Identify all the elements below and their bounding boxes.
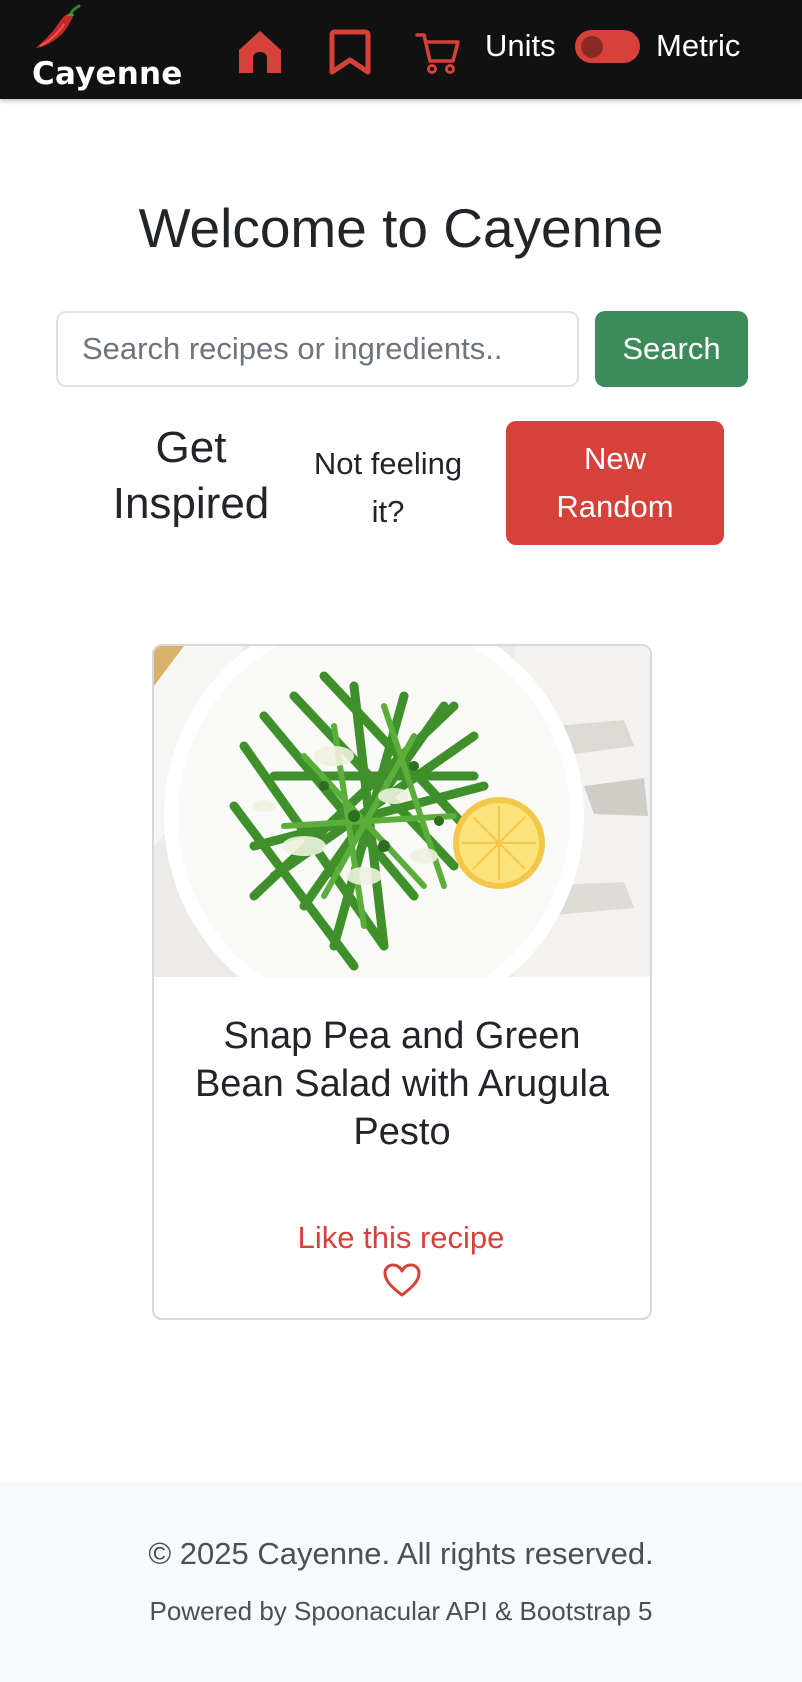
recipe-title[interactable]: Snap Pea and Green Bean Salad with Arugu… xyxy=(174,1012,630,1156)
powered-by-text: Powered by Spoonacular API & Bootstrap 5 xyxy=(149,1596,653,1626)
bookmark-icon xyxy=(329,29,371,75)
home-icon xyxy=(239,31,281,73)
brand-link[interactable]: Cayenne xyxy=(32,4,182,94)
get-inspired-heading: Get Inspired xyxy=(112,423,270,528)
cart-icon xyxy=(415,33,460,74)
chili-pepper-icon xyxy=(36,4,81,48)
units-toggle[interactable] xyxy=(575,30,640,63)
recipe-card[interactable]: Snap Pea and Green Bean Salad with Arugu… xyxy=(152,644,652,1320)
toggle-knob xyxy=(581,36,603,58)
nav-bookmarks-link[interactable] xyxy=(322,26,378,78)
footer xyxy=(0,1482,802,1682)
page-title: Welcome to Cayenne xyxy=(138,197,664,259)
heart-outline-icon[interactable] xyxy=(382,1262,422,1298)
search-button[interactable]: Search xyxy=(595,311,748,387)
navbar: Cayenne Units Metric xyxy=(0,0,802,99)
new-random-button[interactable]: New Random xyxy=(506,421,724,545)
not-feeling-it-text: Not feeling it? xyxy=(313,446,463,529)
recipe-image[interactable] xyxy=(154,646,650,977)
nav-cart-link[interactable] xyxy=(410,26,466,78)
search-input[interactable] xyxy=(56,311,579,387)
nav-home-link[interactable] xyxy=(232,26,288,78)
like-recipe-label[interactable]: Like this recipe xyxy=(0,1220,802,1256)
brand-name: Cayenne xyxy=(32,56,183,92)
copyright-text: © 2025 Cayenne. All rights reserved. xyxy=(148,1536,654,1571)
units-label: Units xyxy=(485,28,556,63)
metric-label: Metric xyxy=(656,28,741,63)
